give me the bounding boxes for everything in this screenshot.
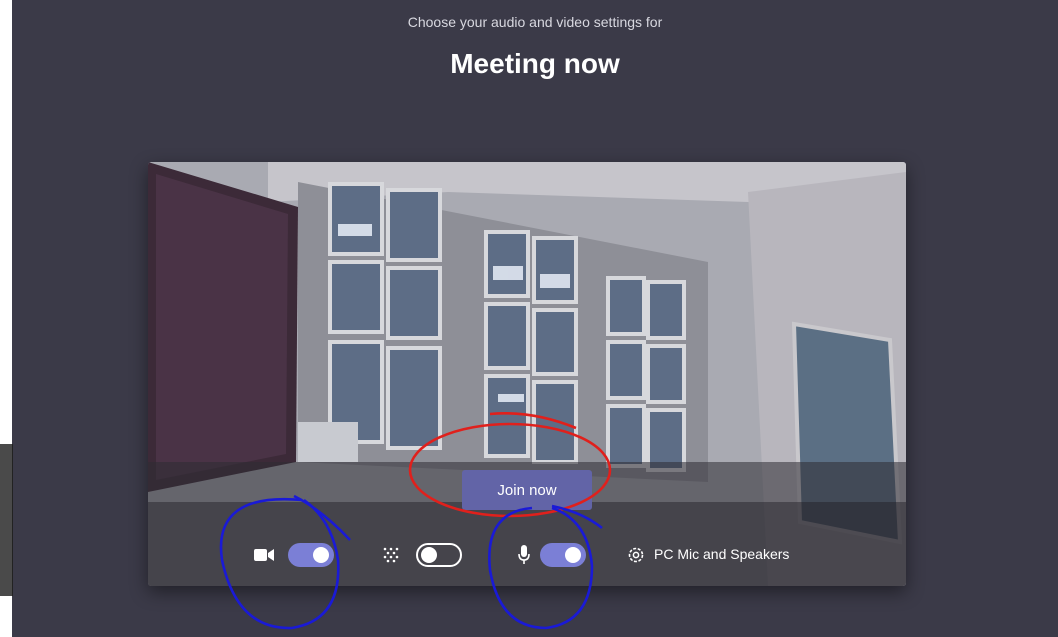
microphone-icon	[518, 545, 530, 564]
background-blur-icon	[383, 547, 399, 563]
background-blur-toggle[interactable]	[416, 543, 462, 567]
camera-toggle-knob	[313, 547, 329, 563]
pre-join-screen: Choose your audio and video settings for…	[12, 0, 1058, 637]
window-edge-strip	[0, 444, 13, 596]
gear-icon[interactable]	[626, 545, 646, 565]
device-controls-bar: PC Mic and Speakers	[148, 534, 906, 578]
microphone-toggle[interactable]	[540, 543, 586, 567]
microphone-toggle-knob	[565, 547, 581, 563]
camera-toggle[interactable]	[288, 543, 334, 567]
camera-preview: Join now PC Mic and Speakers	[148, 162, 906, 586]
background-blur-toggle-knob	[421, 547, 437, 563]
meeting-title: Meeting now	[450, 48, 620, 79]
camera-video-feed	[148, 162, 906, 586]
video-camera-icon	[254, 549, 274, 561]
device-settings-label[interactable]: PC Mic and Speakers	[654, 546, 789, 562]
settings-subtitle: Choose your audio and video settings for	[407, 14, 663, 30]
join-now-button[interactable]: Join now	[462, 470, 592, 510]
